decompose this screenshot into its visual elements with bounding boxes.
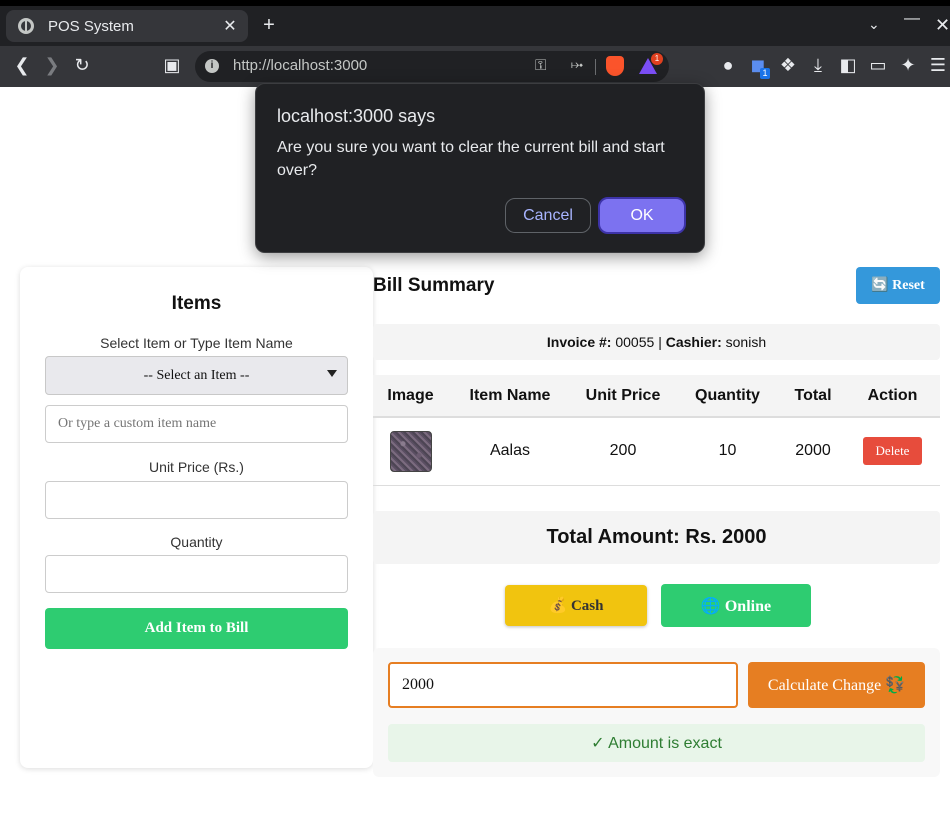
column-header: Image xyxy=(373,375,448,418)
table-header-row: Image Item Name Unit Price Quantity Tota… xyxy=(373,375,940,418)
tab-title: POS System xyxy=(48,17,134,35)
item-image-cell xyxy=(373,417,448,486)
wallet-icon[interactable]: ▭ xyxy=(867,55,889,76)
total-amount: Total Amount: Rs. 2000 xyxy=(373,511,940,564)
sidebar-icon[interactable]: ◧ xyxy=(837,55,859,76)
unit-price-input[interactable] xyxy=(45,481,348,519)
password-key-icon[interactable]: ⚿ xyxy=(535,57,546,74)
unit-price-cell: 200 xyxy=(572,417,674,486)
cash-payment-panel: Calculate Change 💱 ✓ Amount is exact xyxy=(373,648,940,777)
tab-pos-system[interactable]: POS System ✕ xyxy=(6,10,248,42)
quantity-input[interactable] xyxy=(45,555,348,593)
table-row: Aalas 200 10 2000 Delete xyxy=(373,417,940,486)
chevron-down-icon[interactable]: ⌄ xyxy=(868,16,880,33)
amount-received-input[interactable] xyxy=(388,662,738,708)
bookmark-icon[interactable]: ▣ xyxy=(161,55,183,76)
dialog-message: Are you sure you want to clear the curre… xyxy=(277,139,665,179)
bill-table: Image Item Name Unit Price Quantity Tota… xyxy=(373,375,940,486)
browser-toolbar: ❮ ❯ ↻ ▣ i http://localhost:3000 ⚿ ⤠ 1 ● … xyxy=(0,46,950,87)
action-cell: Delete xyxy=(845,417,940,486)
dialog-ok-button[interactable]: OK xyxy=(598,197,686,234)
new-tab-icon[interactable]: + xyxy=(258,14,280,37)
minimize-icon[interactable]: — xyxy=(904,10,920,28)
item-select-value: -- Select an Item -- xyxy=(143,367,250,383)
items-panel: Items Select Item or Type Item Name -- S… xyxy=(20,267,373,768)
item-select[interactable]: -- Select an Item -- xyxy=(45,356,348,395)
brave-shields-icon[interactable] xyxy=(606,56,624,76)
forward-icon[interactable]: ❯ xyxy=(41,55,63,76)
reload-icon[interactable]: ↻ xyxy=(71,55,93,76)
confirm-dialog: localhost:3000 says Are you sure you wan… xyxy=(255,83,705,253)
extension-badge: 1 xyxy=(760,68,770,79)
url-text[interactable]: http://localhost:3000 xyxy=(233,57,367,74)
change-status-message: ✓ Amount is exact xyxy=(388,724,925,762)
chevron-down-icon xyxy=(327,370,337,377)
dialog-title: localhost:3000 says xyxy=(277,106,436,126)
leo-ai-icon[interactable]: ✦ xyxy=(897,55,919,76)
omnibox-divider xyxy=(595,59,596,75)
window-close-icon[interactable]: ✕ xyxy=(935,15,950,36)
close-tab-icon[interactable]: ✕ xyxy=(222,16,238,36)
cashier-name: sonish xyxy=(725,334,767,350)
calculate-change-button[interactable]: Calculate Change 💱 xyxy=(748,662,925,708)
menu-icon[interactable]: ☰ xyxy=(927,55,949,76)
delete-button[interactable]: Delete xyxy=(863,437,922,466)
extension-paw-icon[interactable]: ● xyxy=(717,55,739,76)
reset-button[interactable]: 🔄 Reset xyxy=(856,267,940,304)
quantity-label: Quantity xyxy=(170,534,223,550)
items-panel-title: Items xyxy=(171,293,222,314)
column-header: Action xyxy=(845,375,940,418)
add-item-button[interactable]: Add Item to Bill xyxy=(45,608,348,649)
online-payment-button[interactable]: 🌐 Online xyxy=(661,584,811,627)
cash-payment-button[interactable]: 💰 Cash xyxy=(505,585,647,626)
invoice-info: Invoice #: 00055 | Cashier: sonish xyxy=(373,324,940,360)
dialog-cancel-button[interactable]: Cancel xyxy=(505,198,591,233)
back-icon[interactable]: ❮ xyxy=(11,55,33,76)
unit-price-label: Unit Price (Rs.) xyxy=(149,459,244,475)
site-info-icon[interactable]: i xyxy=(205,59,219,73)
share-icon[interactable]: ⤠ xyxy=(571,56,583,73)
downloads-icon[interactable]: ⤓ xyxy=(807,55,829,76)
column-header: Unit Price xyxy=(572,375,674,418)
item-name-cell: Aalas xyxy=(448,417,572,486)
invoice-number: 00055 xyxy=(615,334,655,350)
cashier-label: Cashier: xyxy=(665,334,722,350)
address-bar[interactable]: i http://localhost:3000 ⚿ ⤠ 1 xyxy=(195,51,669,82)
tab-bar: POS System ✕ + ⌄ — ✕ xyxy=(0,6,950,46)
select-item-label: Select Item or Type Item Name xyxy=(100,335,293,351)
invoice-label: Invoice #: xyxy=(546,334,612,350)
total-cell: 2000 xyxy=(781,417,845,486)
rewards-badge: 1 xyxy=(651,53,663,65)
extensions-puzzle-icon[interactable]: ❖ xyxy=(777,55,799,76)
bill-summary-title: Bill Summary xyxy=(373,275,495,296)
column-header: Quantity xyxy=(674,375,781,418)
invoice-separator: | xyxy=(658,334,662,350)
column-header: Total xyxy=(781,375,845,418)
quantity-cell: 10 xyxy=(674,417,781,486)
globe-icon xyxy=(18,18,34,34)
column-header: Item Name xyxy=(448,375,572,418)
item-thumbnail xyxy=(389,430,432,472)
custom-item-name-input[interactable] xyxy=(45,405,348,443)
